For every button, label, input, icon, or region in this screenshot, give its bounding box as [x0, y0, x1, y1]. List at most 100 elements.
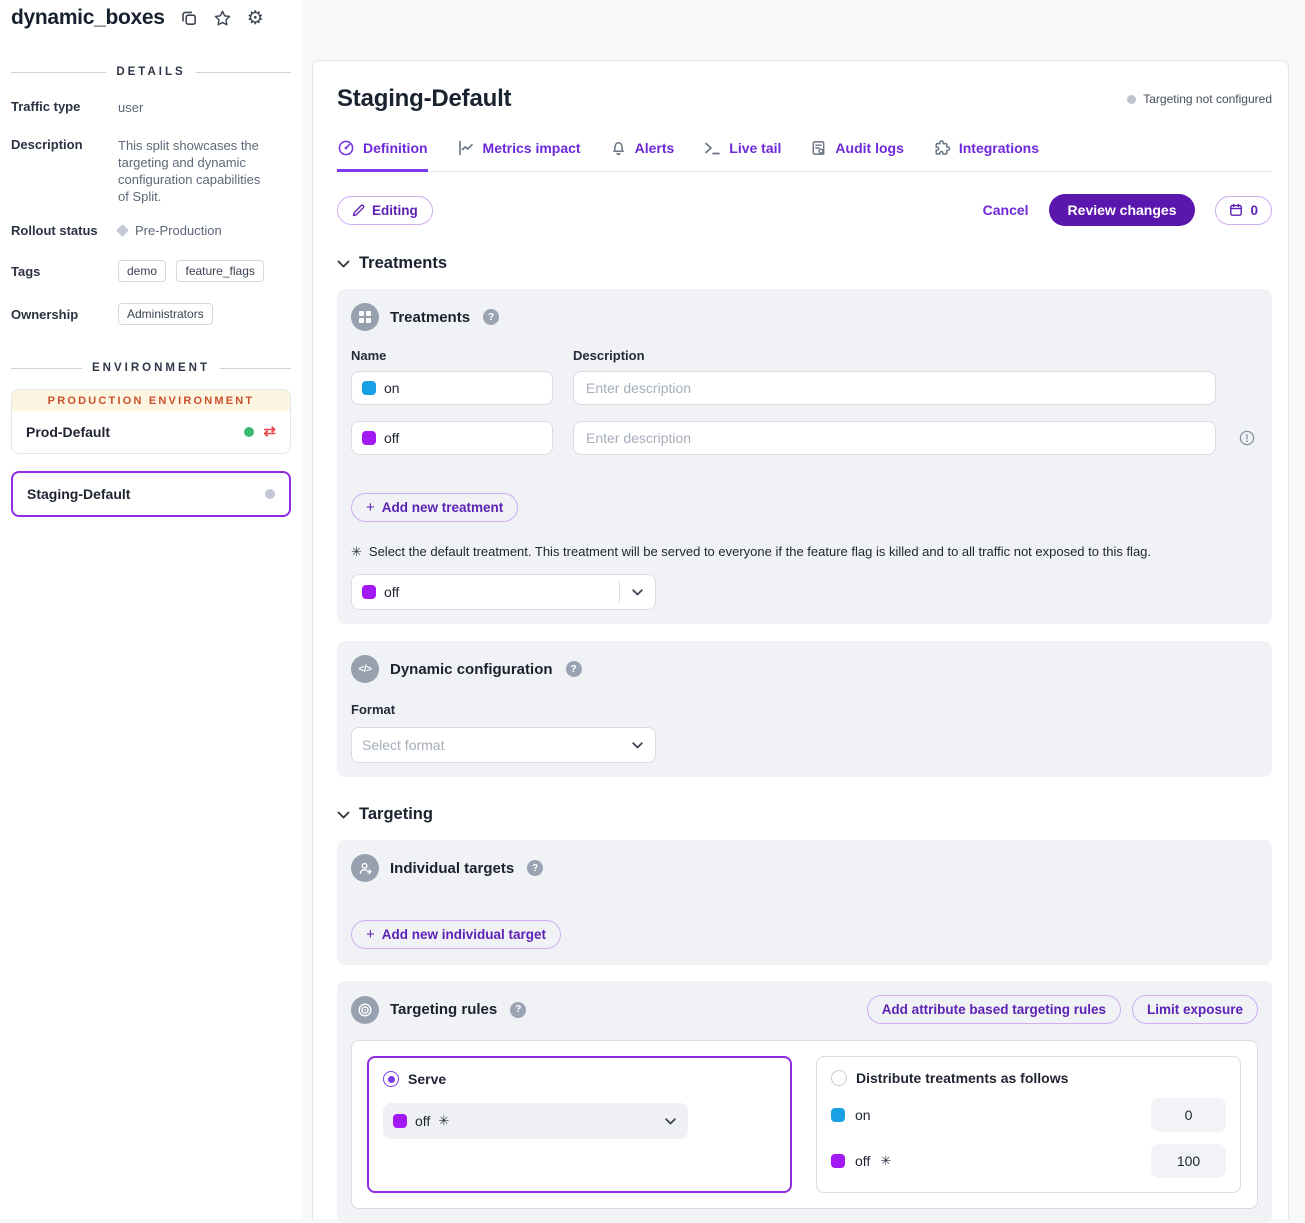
treatment-color-chip — [362, 431, 376, 445]
tab-live-tail[interactable]: Live tail — [703, 139, 781, 172]
calendar-icon — [1229, 203, 1243, 217]
traffic-type-label: Traffic type — [11, 99, 118, 116]
tab-integrations[interactable]: Integrations — [933, 139, 1039, 172]
add-new-individual-target-button[interactable]: + Add new individual target — [351, 920, 561, 949]
tab-definition[interactable]: Definition — [337, 139, 428, 172]
tab-audit-logs[interactable]: Audit logs — [810, 139, 903, 172]
diamond-icon — [116, 224, 129, 237]
swap-arrows-icon[interactable]: ⇄ — [263, 426, 276, 438]
description-row: Description This split showcases the tar… — [11, 137, 291, 205]
distribution-percent-input[interactable] — [1151, 1098, 1226, 1132]
app-header: dynamic_boxes ⚙ — [11, 6, 291, 30]
treatment-name-field[interactable] — [351, 421, 553, 455]
treatment-name-field[interactable] — [351, 371, 553, 405]
environment-name: Staging-Default — [27, 486, 130, 502]
add-new-treatment-button[interactable]: + Add new treatment — [351, 493, 518, 522]
distribute-radio[interactable] — [831, 1070, 847, 1086]
help-icon[interactable]: ? — [527, 860, 543, 876]
serve-treatment-select[interactable]: off ✳ — [383, 1103, 688, 1139]
serve-radio[interactable] — [383, 1071, 399, 1087]
status-dot-green — [244, 427, 254, 437]
traffic-type-row: Traffic type user — [11, 99, 291, 116]
definition-icon — [337, 139, 355, 157]
individual-targets-title: Individual targets — [390, 860, 514, 877]
main-panel: Staging-Default Targeting not configured… — [312, 60, 1289, 1219]
treatment-description-input[interactable] — [573, 371, 1216, 405]
details-heading: DETAILS — [11, 66, 291, 78]
page-title: dynamic_boxes — [11, 6, 165, 30]
owner-chip[interactable]: Administrators — [118, 303, 213, 325]
help-icon[interactable]: ? — [566, 661, 582, 677]
copy-icon[interactable] — [180, 9, 198, 27]
editing-button[interactable]: Editing — [337, 196, 433, 225]
help-icon[interactable]: ? — [510, 1002, 526, 1018]
format-label: Format — [351, 702, 1258, 717]
production-environment-banner: PRODUCTION ENVIRONMENT — [12, 390, 290, 411]
treatment-name-input[interactable] — [384, 380, 542, 396]
tags-row: Tags demo feature_flags — [11, 260, 291, 282]
individual-targets-card: Individual targets ? + Add new individua… — [337, 840, 1272, 965]
treatments-grid-icon — [351, 303, 379, 331]
gear-icon[interactable]: ⚙ — [247, 9, 264, 28]
treatment-color-chip — [831, 1108, 845, 1122]
cancel-button[interactable]: Cancel — [983, 202, 1029, 218]
tags-label: Tags — [11, 264, 118, 279]
distribute-row: off ✳ — [831, 1144, 1226, 1178]
distribute-label: Distribute treatments as follows — [856, 1070, 1068, 1086]
treatment-color-chip — [831, 1154, 845, 1168]
treatment-description-input[interactable] — [573, 421, 1216, 455]
edit-toolbar: Editing Cancel Review changes 0 — [337, 194, 1272, 226]
review-changes-button[interactable]: Review changes — [1049, 194, 1196, 226]
chevron-down-icon — [337, 260, 350, 268]
environment-card-prod[interactable]: PRODUCTION ENVIRONMENT Prod-Default ⇄ — [11, 389, 291, 454]
distribute-row: on — [831, 1098, 1226, 1132]
default-treatment-select[interactable]: off — [351, 574, 656, 610]
treatments-section-toggle[interactable]: Treatments — [337, 254, 1272, 273]
tag-chip[interactable]: demo — [118, 260, 166, 282]
chevron-down-icon — [653, 1118, 688, 1125]
treatment-row — [351, 371, 1258, 405]
targeting-status: Targeting not configured — [1127, 92, 1272, 106]
chevron-down-icon — [620, 589, 655, 596]
info-icon[interactable] — [1236, 430, 1258, 446]
environment-heading: ENVIRONMENT — [11, 362, 291, 374]
rollout-status-row: Rollout status Pre-Production — [11, 223, 291, 238]
rollout-status-label: Rollout status — [11, 223, 118, 238]
owners-list: Administrators — [118, 303, 219, 325]
environment-name: Prod-Default — [26, 424, 110, 440]
treatment-name-input[interactable] — [384, 430, 542, 446]
status-dot-gray — [265, 489, 275, 499]
environment-card-staging[interactable]: Staging-Default — [11, 471, 291, 517]
code-icon: </> — [351, 655, 379, 683]
treatments-card: Treatments ? Name Description — [337, 289, 1272, 624]
sidebar: dynamic_boxes ⚙ DETAILS Traffic type use… — [0, 0, 302, 1219]
distribution-percent-input[interactable] — [1151, 1144, 1226, 1178]
targeting-rules-card: Targeting rules ? Add attribute based ta… — [337, 981, 1272, 1223]
serve-label: Serve — [408, 1071, 446, 1087]
person-plus-icon — [351, 854, 379, 882]
tab-metrics-impact[interactable]: Metrics impact — [457, 139, 581, 172]
audit-log-icon — [810, 139, 827, 157]
help-icon[interactable]: ? — [483, 309, 499, 325]
distribute-option-card[interactable]: Distribute treatments as follows on off … — [816, 1056, 1241, 1193]
ownership-label: Ownership — [11, 307, 118, 322]
format-select[interactable]: Select format — [351, 727, 656, 763]
traffic-type-value: user — [118, 99, 143, 116]
limit-exposure-button[interactable]: Limit exposure — [1132, 995, 1258, 1024]
targeting-section-toggle[interactable]: Targeting — [337, 805, 1272, 824]
tag-chip[interactable]: feature_flags — [176, 260, 263, 282]
star-icon[interactable] — [213, 9, 232, 28]
treatment-color-chip — [393, 1114, 407, 1128]
treatments-card-title: Treatments — [390, 309, 470, 326]
targeting-rules-title: Targeting rules — [390, 1001, 497, 1018]
add-attribute-rules-button[interactable]: Add attribute based targeting rules — [867, 995, 1121, 1024]
plus-icon: + — [366, 928, 375, 941]
pencil-icon — [352, 204, 365, 217]
status-dot-icon — [1127, 95, 1136, 104]
dynamic-configuration-card: </> Dynamic configuration ? Format Selec… — [337, 641, 1272, 777]
change-queue-button[interactable]: 0 — [1215, 196, 1272, 225]
tab-alerts[interactable]: Alerts — [610, 139, 675, 172]
serve-option-card[interactable]: Serve off ✳ — [367, 1056, 792, 1193]
bell-icon — [610, 139, 627, 157]
chevron-down-icon — [337, 811, 350, 819]
